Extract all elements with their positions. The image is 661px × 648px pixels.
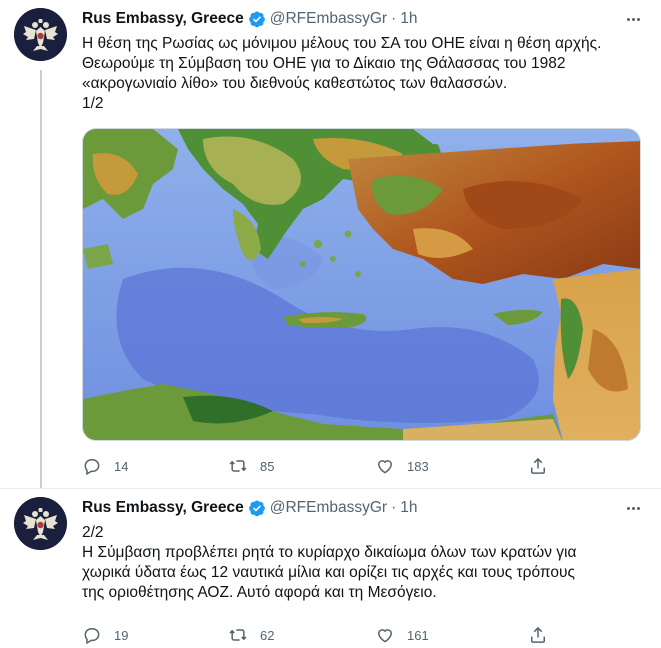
tweet-text-line: της οριοθέτησης ΑΟΖ. Αυτό αφορά και τη Μ… xyxy=(82,584,437,601)
tweet-text: Η θέση της Ρωσίας ως μόνιμου μέλους του … xyxy=(82,34,643,114)
eastern-mediterranean-map xyxy=(83,129,640,440)
user-handle[interactable]: @RFEmbassyGr xyxy=(270,499,387,517)
tweet-text-line: 2/2 xyxy=(82,524,104,541)
display-name[interactable]: Rus Embassy, Greece xyxy=(82,499,244,517)
heart-icon xyxy=(377,629,393,643)
share-icon xyxy=(531,457,545,474)
like-button[interactable]: 183 xyxy=(375,454,429,478)
retweet-count: 62 xyxy=(260,627,275,643)
tweet-text-line: 1/2 xyxy=(82,95,104,112)
verified-badge-icon xyxy=(248,11,265,28)
eagle-emblem-icon xyxy=(14,497,67,550)
retweet-count: 85 xyxy=(260,458,275,474)
reply-icon xyxy=(84,459,100,476)
timestamp[interactable]: 1h xyxy=(400,499,417,517)
heart-icon xyxy=(377,460,393,474)
like-count: 183 xyxy=(407,458,429,474)
avatar[interactable] xyxy=(14,497,67,550)
retweet-button[interactable]: 85 xyxy=(228,454,274,478)
verified-badge-icon xyxy=(248,500,265,517)
user-handle[interactable]: @RFEmbassyGr xyxy=(270,10,387,28)
timestamp[interactable]: 1h xyxy=(400,10,417,28)
reply-button[interactable]: 19 xyxy=(82,623,128,647)
reply-count: 19 xyxy=(114,627,129,643)
tweet-text-line: Η θέση της Ρωσίας ως μόνιμου μέλους του … xyxy=(82,35,602,52)
reply-count: 14 xyxy=(114,458,129,474)
tweet-text-line: Θεωρούμε τη Σύμβαση του ΟΗΕ για το Δίκαι… xyxy=(82,55,566,72)
retweet-icon xyxy=(229,460,247,472)
retweet-icon xyxy=(229,629,247,641)
display-name[interactable]: Rus Embassy, Greece xyxy=(82,10,244,28)
tweet-2[interactable]: Rus Embassy, Greece @RFEmbassyGr · 1h 2/… xyxy=(0,488,661,648)
reply-button[interactable]: 14 xyxy=(82,454,128,478)
tweet-text-line: Η Σύμβαση προβλέπει ρητά το κυρίαρχο δικ… xyxy=(82,544,577,561)
share-icon xyxy=(531,626,545,643)
reply-icon xyxy=(84,628,100,645)
tweet-actions: 14 85 183 xyxy=(82,454,643,478)
share-button[interactable] xyxy=(528,454,548,478)
tweet-1[interactable]: Rus Embassy, Greece @RFEmbassyGr · 1h Η … xyxy=(0,0,661,488)
more-dots-icon[interactable] xyxy=(623,499,643,517)
map-image[interactable] xyxy=(82,128,641,441)
tweet-text: 2/2 Η Σύμβαση προβλέπει ρητά το κυρίαρχο… xyxy=(82,523,643,603)
like-count: 161 xyxy=(407,627,429,643)
tweet-actions: 19 62 161 xyxy=(82,623,643,647)
thread-connector-line xyxy=(40,70,42,488)
share-button[interactable] xyxy=(528,623,548,647)
separator-dot: · xyxy=(391,499,397,516)
separator-dot: · xyxy=(391,10,397,27)
avatar[interactable] xyxy=(14,8,67,61)
more-dots-icon[interactable] xyxy=(623,10,643,28)
like-button[interactable]: 161 xyxy=(375,623,429,647)
tweet-text-line: «ακρογωνιαίο λίθο» του διεθνούς καθεστώτ… xyxy=(82,75,508,92)
retweet-button[interactable]: 62 xyxy=(228,623,274,647)
eagle-emblem-icon xyxy=(14,8,67,61)
tweet-text-line: χωρικά ύδατα έως 12 ναυτικά μίλια και ορ… xyxy=(82,564,575,581)
